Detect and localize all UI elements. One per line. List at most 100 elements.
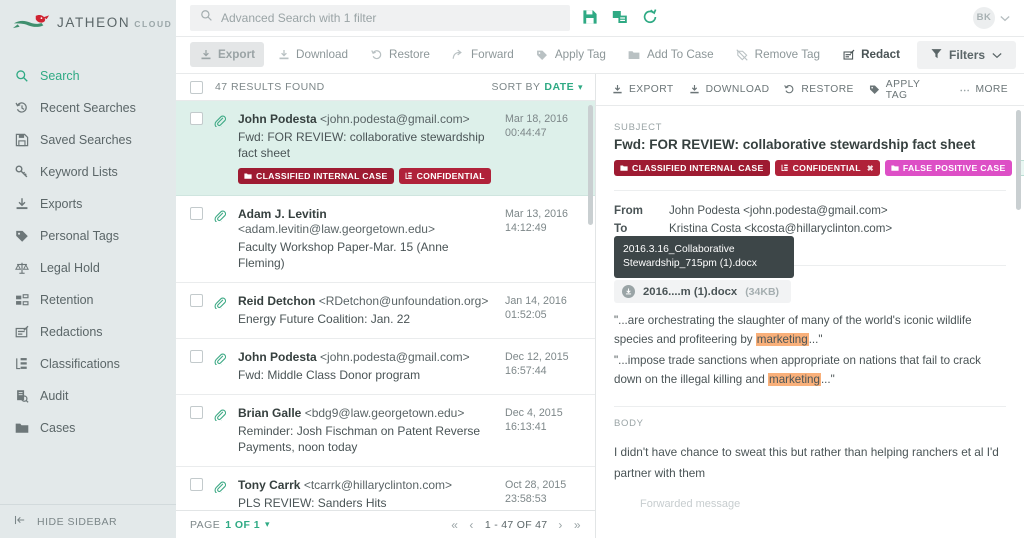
- key-icon: [14, 165, 29, 180]
- sidebar-item-personal-tags[interactable]: Personal Tags: [0, 220, 176, 252]
- attachment-paperclip-icon: [214, 406, 227, 455]
- brand-logo[interactable]: JATHEON CLOUD: [0, 0, 176, 44]
- restore-button[interactable]: Restore: [361, 42, 439, 67]
- sidebar-item-redactions[interactable]: Redactions: [0, 316, 176, 348]
- hide-sidebar-button[interactable]: HIDE SIDEBAR: [0, 504, 176, 538]
- add-to-case-button[interactable]: Add To Case: [619, 42, 723, 67]
- attachment-paperclip-icon: [214, 478, 227, 511]
- next-page-button[interactable]: ›: [558, 518, 562, 532]
- sender-name: Reid Detchon: [238, 293, 316, 308]
- results-list-scrollbar[interactable]: [588, 104, 593, 225]
- tag-label: CLASSIFIED INTERNAL CASE: [632, 163, 764, 174]
- forward-button[interactable]: Forward: [443, 42, 523, 67]
- collapse-left-icon: [14, 514, 26, 529]
- row-checkbox[interactable]: [190, 405, 203, 419]
- table-row[interactable]: Tony Carrk <tcarrk@hillaryclinton.com> P…: [176, 467, 595, 511]
- status-badge[interactable]: CONFIDENTIAL: [398, 167, 491, 184]
- history-icon: [14, 101, 29, 116]
- row-checkbox[interactable]: [190, 477, 203, 491]
- refresh-icon[interactable]: [642, 9, 659, 26]
- download-button[interactable]: Download: [268, 42, 357, 67]
- restore-icon: [370, 48, 383, 61]
- remove-tag-button[interactable]: Remove Tag: [727, 42, 829, 67]
- detail-more-button[interactable]: MORE: [953, 80, 1015, 100]
- select-all-checkbox[interactable]: [190, 80, 203, 94]
- detail-restore-button[interactable]: RESTORE: [778, 80, 859, 100]
- prev-page-button[interactable]: ‹: [469, 518, 473, 532]
- status-badge[interactable]: CLASSIFIED INTERNAL CASE: [238, 167, 394, 184]
- results-list-scroll[interactable]: John Podesta <john.podesta@gmail.com> Fw…: [176, 100, 595, 511]
- sidebar-item-legal-hold[interactable]: Legal Hold: [0, 252, 176, 284]
- save-search-icon[interactable]: [582, 9, 599, 26]
- detail-download-button[interactable]: DOWNLOAD: [683, 80, 776, 100]
- message-detail-pane: EXPORT DOWNLOAD RESTORE APPLY TAG MORE S…: [596, 74, 1024, 538]
- attachment-paperclip-icon: [214, 207, 227, 271]
- row-checkbox[interactable]: [190, 111, 203, 125]
- sort-label: SORT BY: [491, 81, 541, 94]
- redact-button[interactable]: Redact: [833, 42, 909, 67]
- status-badge[interactable]: FALSE POSITIVE CASE: [884, 160, 1012, 177]
- table-row[interactable]: John Podesta <john.podesta@gmail.com> Fw…: [176, 339, 595, 395]
- redact-icon: [14, 325, 29, 340]
- search-field-wrapper[interactable]: [190, 4, 570, 31]
- row-checkbox[interactable]: [190, 206, 203, 220]
- sender-email: <john.podesta@gmail.com>: [320, 349, 470, 364]
- sidebar-item-search[interactable]: Search: [0, 60, 176, 92]
- detail-apply-tag-button[interactable]: APPLY TAG: [863, 75, 950, 105]
- redact-icon: [842, 48, 855, 61]
- row-content: Brian Galle <bdg9@law.georgetown.edu> Re…: [238, 406, 494, 455]
- sidebar-item-label: Search: [40, 68, 80, 83]
- sort-control[interactable]: SORT BY DATE ▾: [492, 81, 583, 93]
- apply-tag-button[interactable]: Apply Tag: [527, 42, 615, 67]
- last-page-button[interactable]: »: [574, 518, 581, 532]
- sidebar-item-cases[interactable]: Cases: [0, 412, 176, 444]
- export-button[interactable]: Export: [190, 42, 265, 68]
- search-input[interactable]: [221, 10, 560, 25]
- duplicate-search-icon[interactable]: [612, 9, 629, 26]
- attachment-chip[interactable]: 2016....m (1).docx (34KB): [614, 280, 792, 304]
- user-menu[interactable]: BK: [973, 6, 1010, 29]
- page-selector[interactable]: PAGE 1 OF 1 ▾: [190, 519, 270, 531]
- sidebar-item-recent-searches[interactable]: Recent Searches: [0, 92, 176, 124]
- status-badge[interactable]: CONFIDENTIAL ✖: [774, 160, 880, 177]
- table-row[interactable]: Adam J. Levitin <adam.levitin@law.george…: [176, 196, 595, 283]
- action-toolbar: Export Download Restore Forward Apply Ta…: [176, 36, 1024, 75]
- message-detail-scroll[interactable]: SUBJECT Fwd: FOR REVIEW: collaborative s…: [596, 106, 1024, 538]
- attachment-paperclip-icon: [214, 112, 227, 184]
- row-checkbox[interactable]: [190, 349, 203, 363]
- row-date-value: Oct 28, 2015: [505, 478, 567, 491]
- download-circle-icon: [622, 285, 635, 299]
- table-row[interactable]: John Podesta <john.podesta@gmail.com> Fw…: [176, 100, 595, 196]
- snippet-text-post: ...": [808, 333, 823, 347]
- table-row[interactable]: Brian Galle <bdg9@law.georgetown.edu> Re…: [176, 395, 595, 467]
- action-label: Redact: [861, 48, 901, 62]
- sidebar-item-audit[interactable]: Audit: [0, 380, 176, 412]
- results-list-header: 47 RESULTS FOUND SORT BY DATE ▾: [176, 74, 595, 101]
- sidebar-item-classifications[interactable]: Classifications: [0, 348, 176, 380]
- folder-icon: [628, 48, 641, 61]
- close-icon[interactable]: ✖: [867, 164, 874, 173]
- sidebar-item-exports[interactable]: Exports: [0, 188, 176, 220]
- page-title: Fwd: FOR REVIEW: collaborative stewardsh…: [614, 137, 976, 153]
- status-badge[interactable]: CLASSIFIED INTERNAL CASE: [614, 160, 770, 177]
- first-page-button[interactable]: «: [451, 518, 458, 532]
- sidebar-item-saved-searches[interactable]: Saved Searches: [0, 124, 176, 156]
- sidebar-item-label: Retention: [40, 292, 94, 307]
- detail-scrollbar[interactable]: [1016, 110, 1021, 211]
- brand-name-primary: JATHEON: [57, 14, 131, 30]
- sender-name: John Podesta: [238, 349, 317, 364]
- filters-button[interactable]: Filters: [917, 40, 1017, 69]
- folder-icon: [620, 164, 628, 172]
- table-row[interactable]: Reid Detchon <RDetchon@unfoundation.org>…: [176, 283, 595, 339]
- detail-export-button[interactable]: EXPORT: [606, 80, 680, 100]
- sender-email: <bdg9@law.georgetown.edu>: [304, 405, 465, 420]
- chevron-down-icon: [1000, 9, 1010, 27]
- page-range-label: 1 - 47 OF 47: [484, 518, 548, 531]
- tag-label: CONFIDENTIAL: [792, 163, 861, 174]
- sender-name: Adam J. Levitin: [238, 206, 327, 221]
- sidebar-item-keyword-lists[interactable]: Keyword Lists: [0, 156, 176, 188]
- row-date-value: Dec 4, 2015: [505, 406, 563, 419]
- row-checkbox[interactable]: [190, 293, 203, 307]
- content-area: 47 RESULTS FOUND SORT BY DATE ▾ John Pod…: [176, 74, 1024, 538]
- sidebar-item-retention[interactable]: Retention: [0, 284, 176, 316]
